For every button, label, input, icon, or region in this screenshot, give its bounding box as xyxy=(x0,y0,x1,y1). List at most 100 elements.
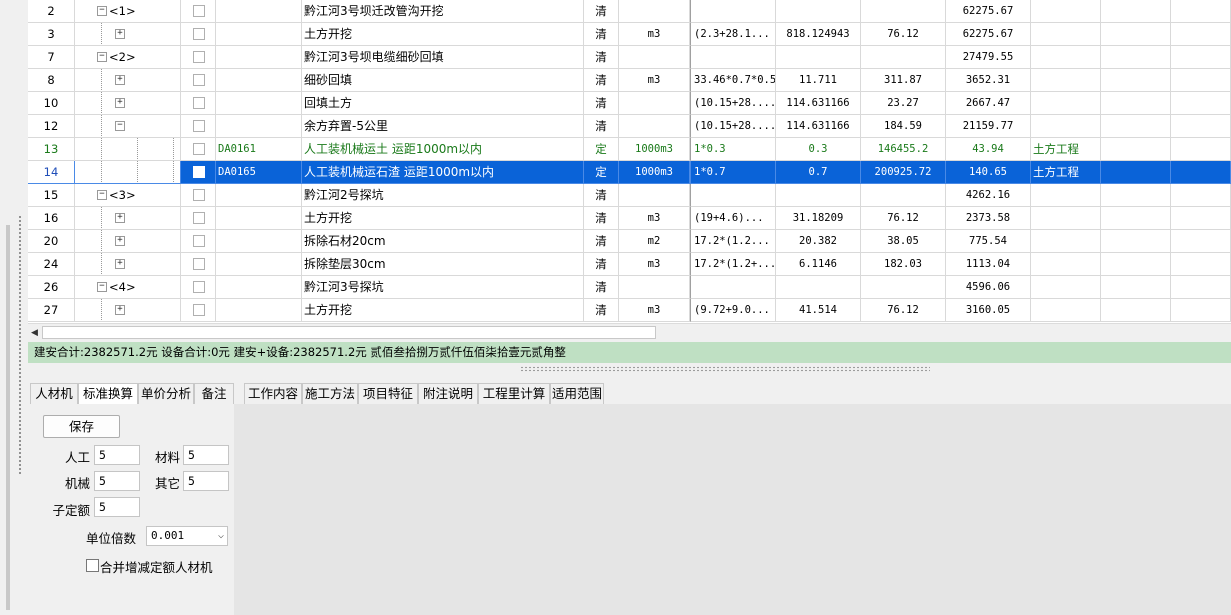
row-checkbox[interactable] xyxy=(193,304,205,316)
total-price[interactable]: 3652.31 xyxy=(946,69,1031,92)
expand-icon[interactable]: + xyxy=(115,259,125,269)
table-row[interactable]: 12 − 余方弃置-5公里清 (10.15+28.... 114.631166 184.5… xyxy=(28,115,1231,138)
row-checkbox[interactable] xyxy=(193,51,205,63)
unit-price[interactable] xyxy=(861,0,946,23)
expand-icon[interactable]: + xyxy=(115,213,125,223)
quantity-expression[interactable]: 17.2*(1.2+... xyxy=(690,253,776,276)
item-quantity[interactable]: 11.711 xyxy=(776,69,861,92)
unit-price[interactable]: 38.05 xyxy=(861,230,946,253)
horizontal-scrollbar[interactable]: ◀ xyxy=(28,323,1231,342)
tab-item[interactable]: 标准换算 xyxy=(78,383,138,405)
total-price[interactable]: 2373.58 xyxy=(946,207,1031,230)
left-splitter-strip[interactable] xyxy=(0,0,28,615)
item-unit[interactable]: 1000m3 xyxy=(619,138,690,161)
item-type[interactable]: 清 xyxy=(584,46,619,69)
quantity-expression[interactable] xyxy=(690,184,776,207)
item-category[interactable] xyxy=(1031,253,1101,276)
item-category[interactable] xyxy=(1031,276,1101,299)
quota-code[interactable]: DA0165 xyxy=(216,161,302,184)
row-checkbox[interactable] xyxy=(193,5,205,17)
extra-column[interactable] xyxy=(1171,161,1231,184)
extra-column[interactable] xyxy=(1101,92,1171,115)
extra-column[interactable] xyxy=(1171,299,1231,322)
quantity-expression[interactable]: (10.15+28.... xyxy=(690,115,776,138)
total-price[interactable]: 3160.05 xyxy=(946,299,1031,322)
labor-input[interactable]: 5 xyxy=(94,445,140,465)
unit-price[interactable]: 182.03 xyxy=(861,253,946,276)
table-row[interactable]: 3 + 土方开挖清 m3 (2.3+28.1... 818.124943 76.12 6227… xyxy=(28,23,1231,46)
item-quantity[interactable]: 0.7 xyxy=(776,161,861,184)
unit-price[interactable]: 200925.72 xyxy=(861,161,946,184)
item-quantity[interactable]: 20.382 xyxy=(776,230,861,253)
item-name[interactable]: 土方开挖 xyxy=(302,299,584,322)
quota-code[interactable] xyxy=(216,92,302,115)
row-checkbox[interactable] xyxy=(193,74,205,86)
table-row[interactable]: 20 + 拆除石材20cm 清 m2 17.2*(1.2... 20.382 38.05 775… xyxy=(28,230,1231,253)
item-name[interactable]: 人工装机械运石渣 运距1000m以内 xyxy=(302,161,584,184)
item-unit[interactable]: m3 xyxy=(619,207,690,230)
item-unit[interactable] xyxy=(619,0,690,23)
quota-code[interactable] xyxy=(216,299,302,322)
collapse-icon[interactable]: − xyxy=(97,282,107,292)
quota-code[interactable] xyxy=(216,184,302,207)
quota-code[interactable] xyxy=(216,276,302,299)
unit-price[interactable]: 311.87 xyxy=(861,69,946,92)
item-name[interactable]: 黔江河3号坝电缆细砂回填 xyxy=(302,46,584,69)
item-quantity[interactable] xyxy=(776,184,861,207)
quantity-expression[interactable]: (9.72+9.0... xyxy=(690,299,776,322)
quota-code[interactable] xyxy=(216,46,302,69)
item-quantity[interactable]: 41.514 xyxy=(776,299,861,322)
total-price[interactable]: 4596.06 xyxy=(946,276,1031,299)
expand-icon[interactable]: + xyxy=(115,75,125,85)
material-input[interactable]: 5 xyxy=(183,445,229,465)
total-price[interactable]: 62275.67 xyxy=(946,0,1031,23)
item-name[interactable]: 土方开挖 xyxy=(302,23,584,46)
row-checkbox[interactable] xyxy=(193,212,205,224)
item-name[interactable]: 黔江河2号探坑 xyxy=(302,184,584,207)
item-category[interactable] xyxy=(1031,92,1101,115)
item-name[interactable]: 拆除垫层30cm xyxy=(302,253,584,276)
tab-item[interactable]: 附注说明 xyxy=(418,383,478,404)
merge-checkbox[interactable] xyxy=(86,559,99,572)
row-checkbox[interactable] xyxy=(193,120,205,132)
item-type[interactable]: 定 xyxy=(584,161,619,184)
unit-price[interactable] xyxy=(861,276,946,299)
total-price[interactable]: 43.94 xyxy=(946,138,1031,161)
item-category[interactable] xyxy=(1031,230,1101,253)
extra-column[interactable] xyxy=(1171,69,1231,92)
extra-column[interactable] xyxy=(1171,115,1231,138)
unit-price[interactable] xyxy=(861,184,946,207)
extra-column[interactable] xyxy=(1171,23,1231,46)
quota-code[interactable] xyxy=(216,115,302,138)
item-category[interactable] xyxy=(1031,69,1101,92)
item-quantity[interactable] xyxy=(776,0,861,23)
expand-icon[interactable]: + xyxy=(115,29,125,39)
item-name[interactable]: 余方弃置-5公里 xyxy=(302,115,584,138)
item-name[interactable]: 人工装机械运土 运距1000m以内 xyxy=(302,138,584,161)
item-unit[interactable]: m3 xyxy=(619,69,690,92)
quota-code[interactable] xyxy=(216,69,302,92)
item-unit[interactable]: 1000m3 xyxy=(619,161,690,184)
tab-item[interactable]: 适用范围 xyxy=(550,383,604,404)
item-type[interactable]: 清 xyxy=(584,276,619,299)
item-unit[interactable]: m3 xyxy=(619,253,690,276)
quantity-expression[interactable] xyxy=(690,0,776,23)
expand-icon[interactable]: + xyxy=(115,305,125,315)
row-checkbox[interactable] xyxy=(193,97,205,109)
item-name[interactable]: 回填土方 xyxy=(302,92,584,115)
total-price[interactable]: 4262.16 xyxy=(946,184,1031,207)
item-type[interactable]: 清 xyxy=(584,230,619,253)
extra-column[interactable] xyxy=(1101,207,1171,230)
tab-item[interactable]: 工作内容 xyxy=(244,383,302,404)
extra-column[interactable] xyxy=(1171,0,1231,23)
item-category[interactable]: 土方工程 xyxy=(1031,161,1101,184)
splitter-grip[interactable] xyxy=(18,215,22,475)
item-type[interactable]: 定 xyxy=(584,138,619,161)
unit-price[interactable]: 76.12 xyxy=(861,23,946,46)
item-quantity[interactable] xyxy=(776,46,861,69)
quantity-expression[interactable] xyxy=(690,276,776,299)
quantity-expression[interactable]: (10.15+28.... xyxy=(690,92,776,115)
table-row[interactable]: 27 + 土方开挖清 m3 (9.72+9.0... 41.514 76.12 3160.05 xyxy=(28,299,1231,322)
row-checkbox[interactable] xyxy=(193,28,205,40)
tab-item[interactable]: 单价分析 xyxy=(138,383,194,404)
